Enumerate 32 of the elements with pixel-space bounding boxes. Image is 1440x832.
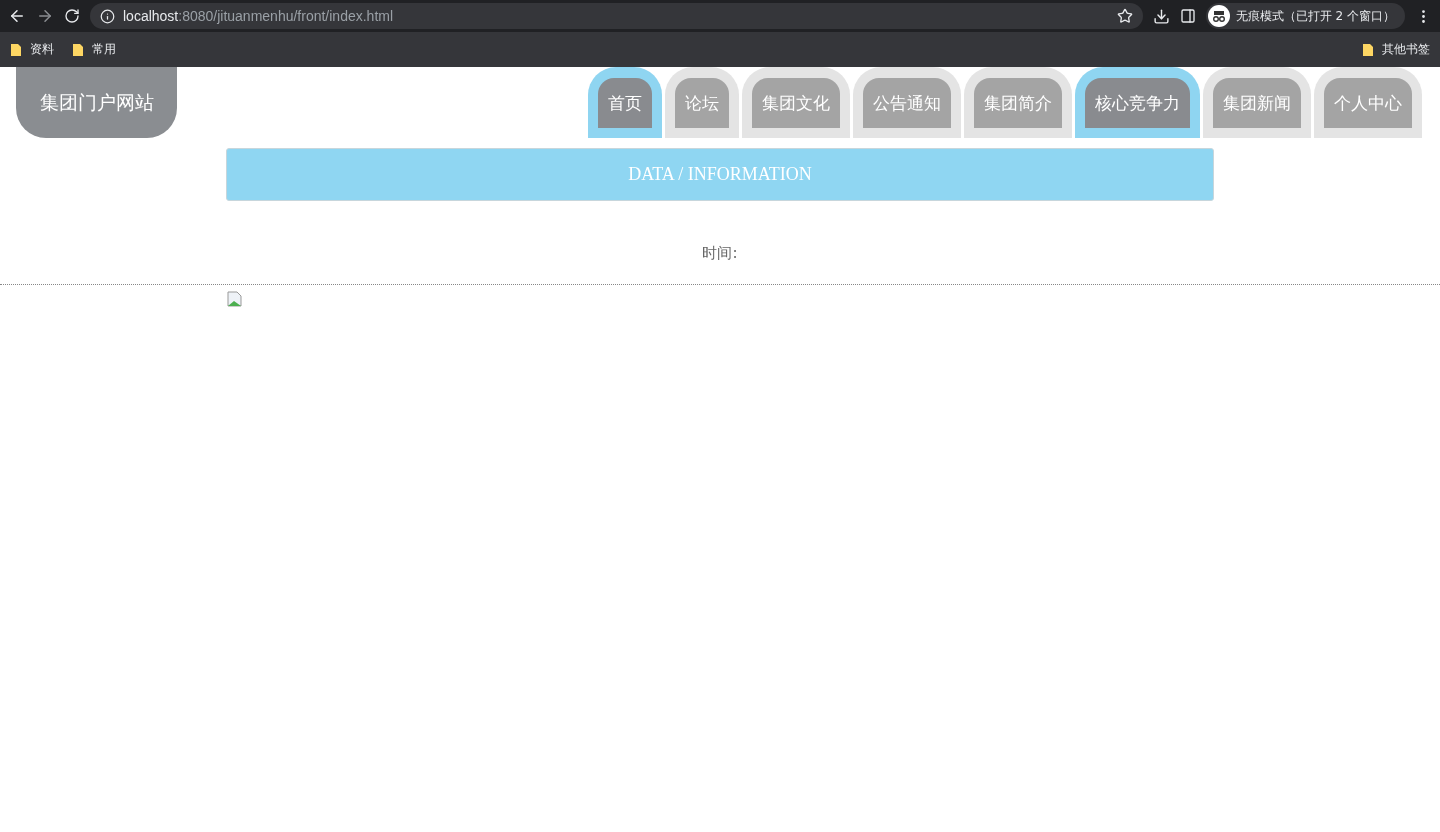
back-icon[interactable] <box>8 7 26 25</box>
nav-tab[interactable]: 核心竞争力 <box>1075 67 1200 138</box>
nav-tab[interactable]: 集团文化 <box>742 67 850 138</box>
folder-icon <box>1362 42 1374 57</box>
folder-icon <box>72 42 84 57</box>
broken-image-icon <box>227 291 243 307</box>
folder-icon <box>10 42 22 57</box>
nav-tab[interactable]: 公告通知 <box>853 67 961 138</box>
time-label: 时间: <box>701 244 739 263</box>
forward-icon[interactable] <box>36 7 54 25</box>
nav-tab[interactable]: 论坛 <box>665 67 739 138</box>
download-icon[interactable] <box>1152 7 1170 25</box>
bookmark-folder[interactable]: 资料 <box>10 41 54 58</box>
side-panel-icon[interactable] <box>1179 8 1196 24</box>
incognito-icon <box>1207 5 1230 27</box>
section-banner: DATA / INFORMATION <box>226 148 1214 201</box>
nav-tab[interactable]: 个人中心 <box>1314 67 1422 138</box>
address-bar[interactable]: localhost:8080/jituanmenhu/front/index.html <box>90 3 1143 29</box>
bookmark-label: 资料 <box>30 41 54 58</box>
info-icon[interactable] <box>100 8 115 24</box>
nav-tab[interactable]: 集团简介 <box>964 67 1072 138</box>
nav-tab[interactable]: 首页 <box>588 67 662 138</box>
site-logo[interactable]: 集团门户网站 <box>16 67 177 138</box>
incognito-profile-button[interactable]: 无痕模式（已打开 2 个窗口） <box>1205 3 1405 29</box>
bookmark-label: 常用 <box>92 41 116 58</box>
nav-tab[interactable]: 集团新闻 <box>1203 67 1311 138</box>
reload-icon[interactable] <box>64 8 80 24</box>
url-text: localhost:8080/jituanmenhu/front/index.html <box>123 8 395 24</box>
bookmark-folder[interactable]: 常用 <box>72 41 116 58</box>
bookmark-folder[interactable]: 其他书签 <box>1362 41 1430 58</box>
bookmark-label: 其他书签 <box>1382 41 1430 58</box>
star-icon[interactable] <box>1116 8 1133 24</box>
